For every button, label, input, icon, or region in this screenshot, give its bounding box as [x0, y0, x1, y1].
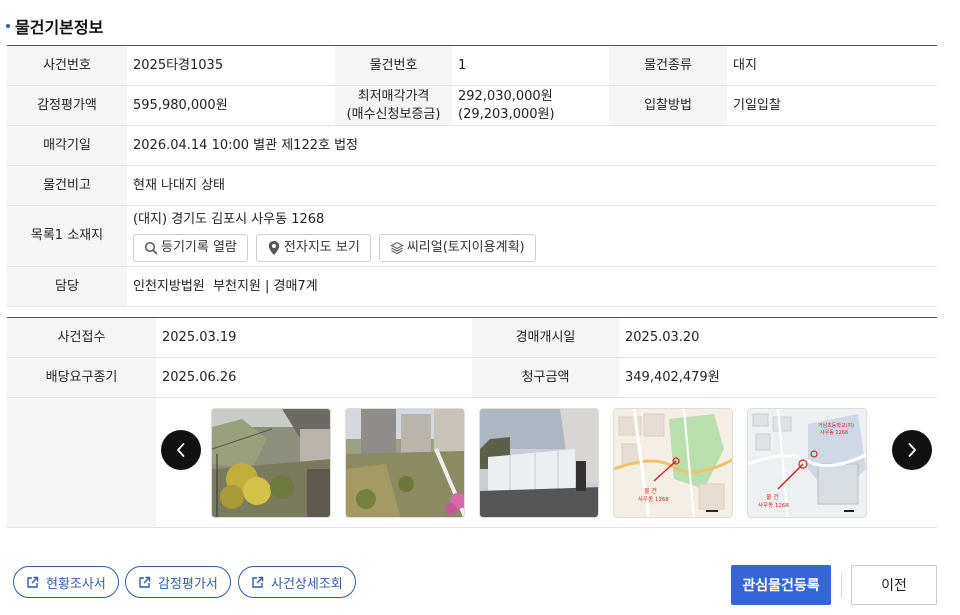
section-title: 물건기본정보 — [6, 14, 103, 38]
photo-gallery: 물 건 사우동 1268 거남초등학교(지) 사우동 1268 물 건 사우동 … — [156, 398, 937, 527]
min-price-label: 최저매각가격 (매수신청보증금) — [335, 86, 452, 125]
receipt-value: 2025.03.19 — [162, 329, 237, 345]
basic-info-table: 사건번호 2025타경1035 물건번호 1 물건종류 대지 감정평가액 595… — [7, 45, 937, 307]
case-detail-label: 사건상세조회 — [271, 576, 343, 592]
external-link-icon — [139, 576, 151, 588]
case-no-value: 2025타경1035 — [133, 57, 224, 73]
min-price-value: 292,030,000원 (29,203,000원) — [452, 86, 609, 125]
map-view-button[interactable]: 전자지도 보기 — [255, 233, 371, 262]
land-use-plan-label: 씨리얼(토지이용계획) — [406, 239, 525, 255]
section-title-text: 물건기본정보 — [15, 18, 104, 37]
appraisal-label: 감정평가액 — [7, 86, 127, 125]
map1-label-line2: 사우동 1268 — [638, 495, 669, 503]
table-row: 배당요구종기 2025.06.26 청구금액 349,402,479원 — [7, 358, 937, 398]
sale-date-value: 2026.04.14 10:00 별관 제122호 법정 — [133, 137, 358, 153]
site-photo-fence — [480, 409, 598, 517]
map-view-label: 전자지도 보기 — [283, 239, 360, 255]
min-price-label-line1: 최저매각가격 — [357, 88, 430, 104]
registry-view-label: 등기기록 열람 — [161, 239, 237, 255]
claim-amount-label: 청구금액 — [472, 358, 619, 397]
land-use-plan-button[interactable]: 씨리얼(토지이용계획) — [378, 233, 536, 262]
remarks-value: 현재 나대지 상태 — [133, 177, 225, 193]
survey-report-button[interactable]: 현황조사서 — [13, 566, 119, 598]
photo-thumbnail[interactable] — [479, 408, 599, 518]
chevron-left-icon — [177, 443, 185, 457]
appraisal-report-button[interactable]: 감정평가서 — [125, 566, 231, 598]
external-link-icon — [27, 576, 39, 588]
photo-thumbnail[interactable] — [211, 408, 331, 518]
gallery-label-cell — [7, 398, 156, 527]
search-icon — [144, 241, 158, 254]
min-price-amount: 292,030,000원 — [458, 88, 553, 104]
table-row: 담당 인천지방법원 부천지원 | 경매7계 — [7, 267, 937, 307]
chevron-right-icon — [908, 443, 916, 457]
appraisal-report-label: 감정평가서 — [158, 576, 218, 592]
map-thumbnail[interactable]: 거남초등학교(지) 사우동 1268 물 건 사우동 1268 — [747, 408, 867, 518]
item-type-value: 대지 — [733, 57, 757, 73]
table-row: 물건비고 현재 나대지 상태 — [7, 166, 937, 206]
location-map-1: 물 건 사우동 1268 — [614, 409, 732, 517]
table-row: 사건번호 2025타경1035 물건번호 1 물건종류 대지 — [7, 46, 937, 86]
table-row: 감정평가액 595,980,000원 최저매각가격 (매수신청보증금) 292,… — [7, 86, 937, 126]
register-interest-button[interactable]: 관심물건등록 — [731, 565, 831, 605]
layers-icon — [390, 241, 404, 254]
location-map-2: 거남초등학교(지) 사우동 1268 물 건 사우동 1268 — [748, 409, 866, 517]
dividend-deadline-value: 2025.06.26 — [162, 369, 237, 385]
map2-label-top: 거남초등학교(지) — [818, 422, 854, 429]
case-info-table: 사건접수 2025.03.19 경매개시일 2025.03.20 배당요구종기 … — [7, 317, 937, 528]
start-date-label: 경매개시일 — [472, 318, 619, 357]
case-no-label: 사건번호 — [7, 46, 127, 85]
registry-view-button[interactable]: 등기기록 열람 — [133, 233, 248, 262]
min-price-label-line2: (매수신청보증금) — [346, 106, 441, 122]
external-link-icon — [252, 576, 264, 588]
item-type-label: 물건종류 — [609, 46, 727, 85]
survey-report-label: 현황조사서 — [46, 576, 106, 592]
deposit-amount: (29,203,000원) — [458, 106, 555, 122]
location-value: (대지) 경기도 김포시 사우동 1268 — [133, 211, 325, 227]
appraisal-value: 595,980,000원 — [133, 97, 228, 113]
location-buttons: 등기기록 열람 전자지도 보기 씨리얼(토지이용계획) — [133, 233, 536, 262]
bid-method-label: 입찰방법 — [609, 86, 727, 125]
photo-gallery-row: 물 건 사우동 1268 거남초등학교(지) 사우동 1268 물 건 사우동 … — [7, 398, 937, 528]
photo-thumbnail[interactable] — [345, 408, 465, 518]
button-divider — [841, 572, 842, 598]
receipt-label: 사건접수 — [7, 318, 156, 357]
map2-label-line1: 물 건 — [766, 493, 779, 501]
bid-method-value: 기일입찰 — [733, 97, 781, 113]
map1-label-line1: 물 건 — [644, 487, 657, 495]
sale-date-label: 매각기일 — [7, 126, 127, 165]
claim-amount-value: 349,402,479원 — [625, 369, 720, 385]
item-no-value: 1 — [458, 57, 467, 73]
site-photo-lot — [346, 409, 464, 517]
table-row: 매각기일 2026.04.14 10:00 별관 제122호 법정 — [7, 126, 937, 166]
case-detail-button[interactable]: 사건상세조회 — [238, 566, 356, 598]
start-date-value: 2025.03.20 — [625, 329, 700, 345]
remarks-label: 물건비고 — [7, 166, 127, 205]
location-cell: (대지) 경기도 김포시 사우동 1268 등기기록 열람 전자지도 보기 씨리… — [127, 206, 937, 266]
gallery-next-button[interactable] — [892, 430, 932, 470]
gallery-prev-button[interactable] — [161, 430, 201, 470]
site-photo-garden — [212, 409, 330, 517]
manager-value: 인천지방법원 부천지원 | 경매7계 — [133, 278, 318, 294]
item-no-label: 물건번호 — [335, 46, 452, 85]
map2-label-top2: 사우동 1268 — [820, 429, 848, 436]
dividend-deadline-label: 배당요구종기 — [7, 358, 156, 397]
table-row: 목록1 소재지 (대지) 경기도 김포시 사우동 1268 등기기록 열람 전자… — [7, 206, 937, 267]
map-thumbnail[interactable]: 물 건 사우동 1268 — [613, 408, 733, 518]
map-pin-icon — [268, 240, 280, 255]
manager-label: 담당 — [7, 267, 127, 306]
table-row: 사건접수 2025.03.19 경매개시일 2025.03.20 — [7, 318, 937, 358]
bullet-icon — [6, 24, 10, 28]
prev-button[interactable]: 이전 — [851, 565, 937, 605]
map2-label-line2: 사우동 1268 — [758, 501, 789, 509]
location-label: 목록1 소재지 — [7, 206, 127, 266]
